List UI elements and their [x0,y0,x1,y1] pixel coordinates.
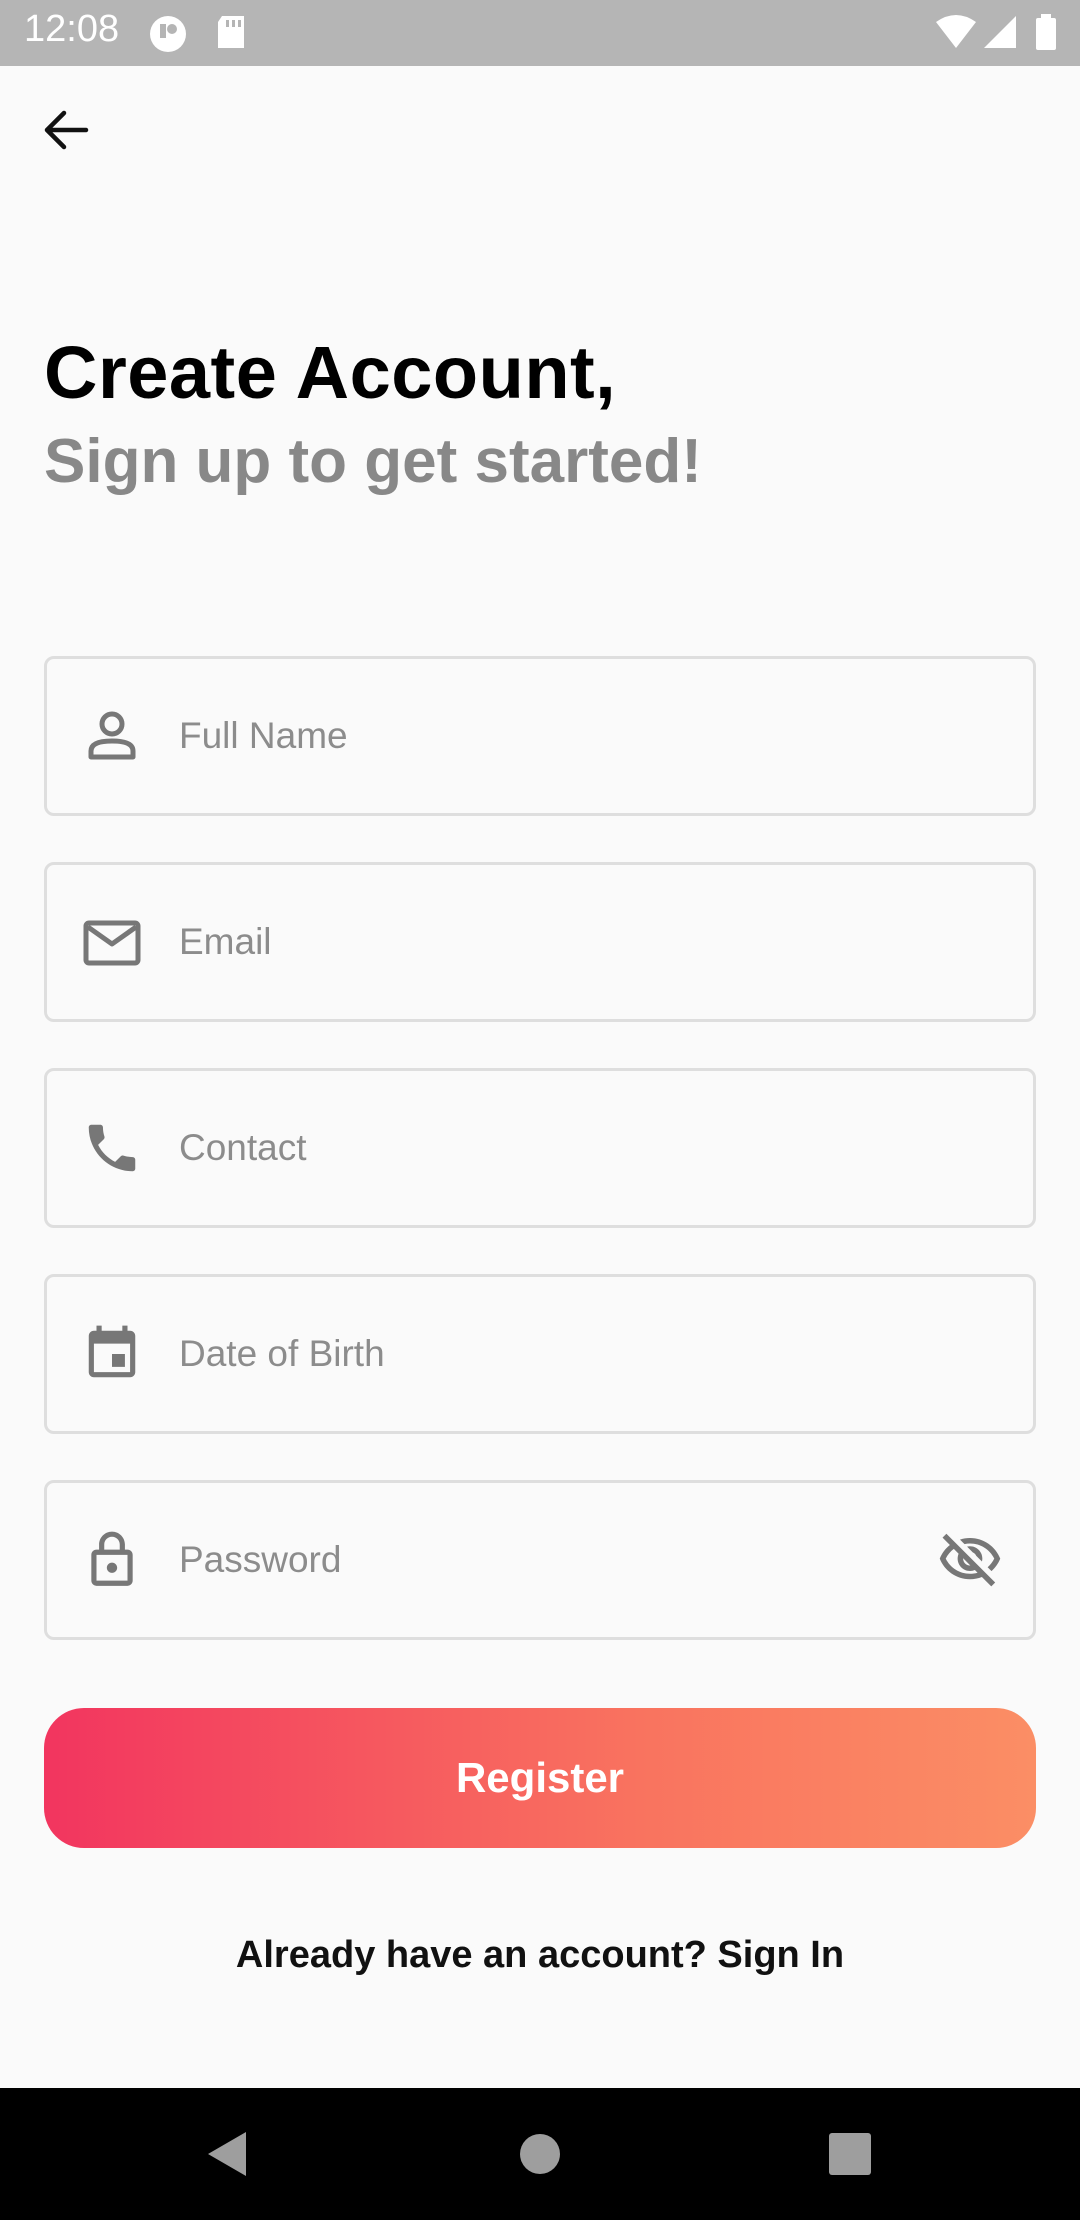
dob-field[interactable]: Date of Birth [44,1274,1036,1434]
battery-icon [1034,14,1058,57]
dob-placeholder: Date of Birth [179,1333,385,1374]
register-button[interactable]: Register [44,1708,1036,1848]
email-placeholder: Email [179,921,272,962]
nav-back-icon[interactable] [190,2118,262,2190]
status-time: 12:08 [24,8,120,50]
visibility-off-icon[interactable] [937,1527,1003,1593]
contact-placeholder: Contact [179,1127,307,1168]
contact-field[interactable]: Contact [44,1068,1036,1228]
email-field[interactable]: Email [44,862,1036,1022]
password-placeholder: Password [179,1539,342,1580]
sd-card-icon [214,14,248,57]
nav-home-icon[interactable] [504,2118,576,2190]
mail-icon [81,911,143,973]
calendar-icon [81,1323,143,1385]
page-subtitle: Sign up to get started! [44,427,702,496]
full-name-placeholder: Full Name [179,715,348,756]
signal-icon [982,14,1018,55]
arrow-back-icon [44,110,89,150]
person-icon [81,705,143,767]
navigation-bar [0,2088,1080,2220]
phone-icon [81,1117,143,1179]
nav-recents-icon[interactable] [814,2118,886,2190]
password-field[interactable]: Password [44,1480,1036,1640]
back-button[interactable] [36,100,96,160]
full-name-field[interactable]: Full Name [44,656,1036,816]
sign-in-link[interactable]: Already have an account? Sign In [0,1934,1080,1977]
status-bar: 12:08 [0,0,1080,66]
lock-icon [81,1529,143,1591]
wifi-icon [934,14,978,55]
notification-app-icon [148,14,188,59]
page-title: Create Account, [44,331,617,414]
